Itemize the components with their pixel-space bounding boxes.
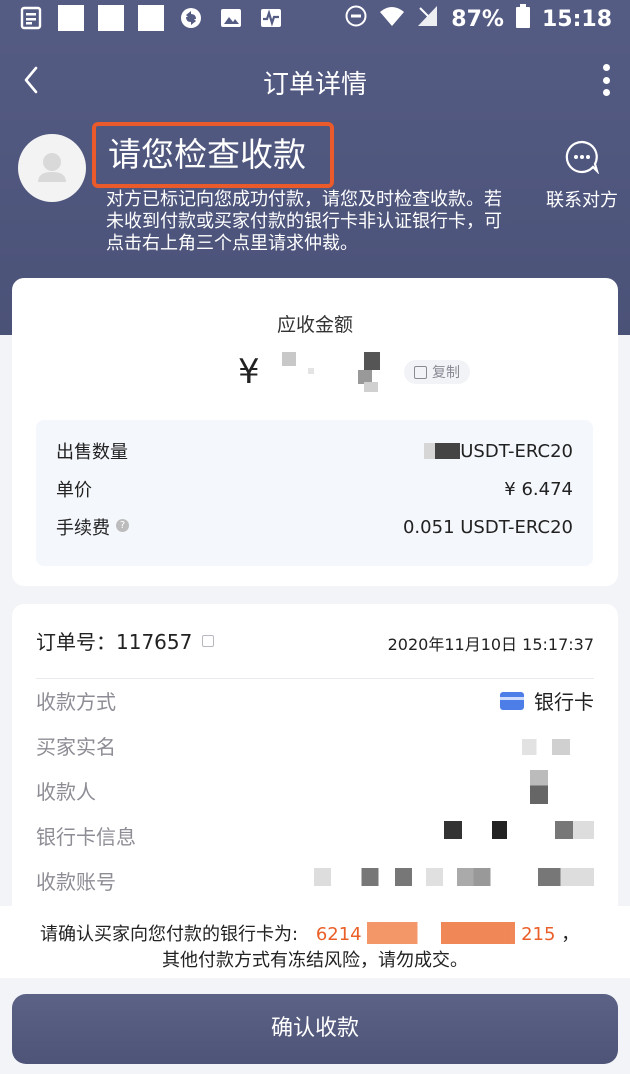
buyer-name-row: 买家实名 (36, 731, 594, 761)
help-icon[interactable]: ? (116, 519, 129, 532)
redacted-card-number (367, 922, 516, 944)
contact-label: 联系对方 (546, 190, 618, 211)
amount-value: ¥ (238, 350, 408, 394)
account-label: 收款账号 (36, 870, 116, 894)
amount-label: 应收金额 (276, 314, 353, 336)
order-time: 2020年11月10日 15:17:37 (387, 635, 594, 654)
signal-icon (417, 5, 439, 33)
notification-icon (138, 5, 164, 31)
more-options-icon[interactable] (600, 64, 612, 96)
payee-row: 收款人 (36, 770, 594, 806)
trade-info-box: 出售数量 USDT-ERC20 单价 ¥ 6.474 手续费? 0.051 US… (36, 420, 593, 566)
order-details-card: 订单号：117657 2020年11月10日 15:17:37 收款方式 银行卡… (12, 604, 618, 934)
copy-order-icon[interactable] (202, 634, 215, 647)
news-notification-icon (18, 5, 44, 31)
buyer-name-label: 买家实名 (36, 735, 116, 759)
redacted-payee (530, 770, 548, 804)
sell-quantity-value: USDT-ERC20 (460, 440, 573, 462)
status-headline: 请您检查收款 (92, 122, 334, 188)
amount-card: 应收金额 ¥ 复制 出售数量 USDT-ERC20 单价 ¥ 6.474 手续费… (12, 278, 618, 586)
contact-counterparty-button[interactable]: 联系对方 (534, 140, 630, 212)
divider (36, 678, 594, 679)
activity-icon (258, 5, 284, 31)
clock: 15:18 (541, 6, 612, 32)
notification-icon (58, 5, 84, 31)
card-number-start: 6214 (315, 924, 362, 945)
confirm-receipt-button[interactable]: 确认收款 (12, 994, 618, 1064)
payment-method-value: 银行卡 (534, 690, 594, 714)
wifi-icon (379, 5, 405, 33)
redacted-quantity (424, 443, 461, 459)
redacted-buyer-name (522, 739, 570, 755)
chat-icon (565, 140, 600, 175)
redacted-bank-info (444, 821, 594, 839)
copy-amount-button[interactable]: 复制 (404, 360, 470, 384)
fee-row: 手续费? 0.051 USDT-ERC20 (56, 508, 573, 546)
payee-label: 收款人 (36, 780, 96, 804)
order-number-label: 订单号： (36, 630, 116, 654)
payment-method-label: 收款方式 (36, 690, 116, 714)
unit-price-row: 单价 ¥ 6.474 (56, 470, 573, 508)
sell-quantity-row: 出售数量 USDT-ERC20 (56, 432, 573, 470)
bank-info-label: 银行卡信息 (36, 825, 136, 849)
nav-bar: 订单详情 (0, 50, 630, 110)
order-number: 117657 (116, 630, 193, 654)
image-icon (218, 5, 244, 31)
page-title: 订单详情 (262, 70, 367, 100)
fee-value: 0.051 USDT-ERC20 (402, 516, 573, 538)
currency-symbol: ¥ (238, 352, 260, 392)
sync-icon (178, 5, 204, 31)
warning-prefix: 请确认买家向您付款的银行卡为: (40, 924, 299, 945)
payment-warning: 请确认买家向您付款的银行卡为: 6214 215 ， 其他付款方式有冻结风险，请… (0, 906, 630, 978)
status-description: 对方已标记向您成功付款，请您及时检查收款。若未收到付款或买家付款的银行卡非认证银… (106, 189, 502, 254)
warning-line2: 其他付款方式有冻结风险，请勿成交。 (162, 950, 468, 971)
warning-comma: ， (561, 924, 580, 945)
fee-label: 手续费 (56, 518, 110, 539)
notification-icon (98, 5, 124, 31)
bank-card-icon (500, 691, 524, 710)
copy-label: 复制 (432, 365, 460, 381)
battery-percent: 87% (451, 6, 504, 32)
card-number-end: 215 (521, 924, 556, 945)
payment-method-row: 收款方式 银行卡 (36, 686, 594, 716)
redacted-account (314, 868, 594, 886)
redacted-amount (268, 350, 408, 394)
avatar (18, 134, 86, 202)
dnd-icon (345, 5, 367, 33)
bank-info-row: 银行卡信息 (36, 821, 594, 851)
account-row: 收款账号 (36, 866, 594, 896)
unit-price-value: ¥ 6.474 (504, 478, 573, 500)
copy-icon (414, 365, 427, 379)
unit-price-label: 单价 (56, 480, 92, 501)
battery-icon (515, 4, 530, 34)
sell-quantity-label: 出售数量 (56, 442, 128, 463)
status-bar: 87% 15:18 (0, 0, 630, 36)
